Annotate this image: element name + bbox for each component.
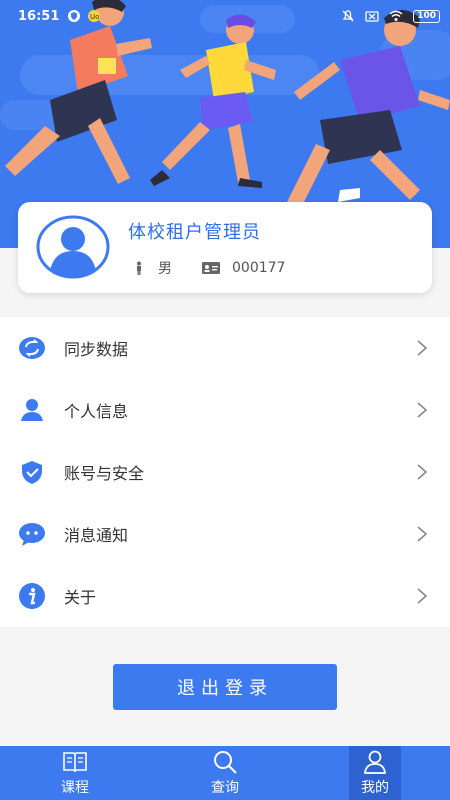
- chevron-right-icon: [417, 526, 428, 542]
- user-icon: [21, 399, 43, 421]
- wifi-icon: [389, 10, 403, 21]
- menu-label: 同步数据: [64, 340, 129, 359]
- menu-label: 账号与安全: [64, 464, 145, 483]
- chevron-right-icon: [417, 464, 428, 480]
- id-card-icon: [202, 262, 220, 274]
- menu-item-account-security[interactable]: 账号与安全: [0, 441, 450, 503]
- status-time: 16:51: [18, 8, 60, 24]
- profile-meta: 男 000177: [132, 258, 285, 278]
- app-notification-icon: Uo: [88, 10, 101, 22]
- shield-icon: [22, 461, 42, 484]
- settings-menu: 同步数据 个人信息 账号与安全 消息通知 关于: [0, 317, 450, 627]
- chevron-right-icon: [417, 588, 428, 604]
- info-icon: [19, 583, 45, 609]
- book-icon: [63, 752, 87, 773]
- gender-value: 男: [158, 261, 172, 277]
- tab-mine-wrapper: 我的: [300, 746, 450, 800]
- menu-label: 个人信息: [64, 402, 129, 421]
- sync-icon: [19, 337, 45, 359]
- battery-indicator: 100: [413, 9, 440, 23]
- menu-item-sync[interactable]: 同步数据: [0, 317, 450, 379]
- profile-card[interactable]: 体校租户管理员 男 000177: [18, 202, 432, 293]
- search-icon: [214, 751, 237, 774]
- mute-icon: [342, 10, 354, 22]
- message-icon: [19, 523, 45, 546]
- tab-label: 我的: [361, 780, 389, 796]
- person-icon: [363, 750, 387, 774]
- tab-label: 课程: [61, 780, 89, 796]
- bottom-tab-bar: 课程 查询 我的: [0, 746, 450, 800]
- male-icon: [137, 261, 141, 275]
- menu-item-personal-info[interactable]: 个人信息: [0, 379, 450, 441]
- tab-query[interactable]: 查询: [150, 746, 300, 800]
- id-number: 000177: [232, 260, 286, 276]
- tab-label: 查询: [211, 780, 239, 796]
- menu-label: 消息通知: [64, 526, 129, 545]
- chevron-right-icon: [417, 402, 428, 418]
- status-bar: 16:51 Uo 100: [0, 0, 450, 32]
- logout-button[interactable]: 退出登录: [113, 664, 337, 710]
- shield-status-icon: [68, 10, 81, 22]
- avatar: [36, 215, 110, 279]
- chevron-right-icon: [417, 340, 428, 356]
- menu-label: 关于: [64, 588, 97, 607]
- menu-item-notifications[interactable]: 消息通知: [0, 503, 450, 565]
- tab-mine[interactable]: 我的: [349, 746, 401, 800]
- sim-icon: [365, 11, 379, 22]
- tab-course[interactable]: 课程: [0, 746, 150, 800]
- svg-text:Uo: Uo: [90, 13, 99, 21]
- menu-item-about[interactable]: 关于: [0, 565, 450, 627]
- user-name: 体校租户管理员: [128, 222, 261, 243]
